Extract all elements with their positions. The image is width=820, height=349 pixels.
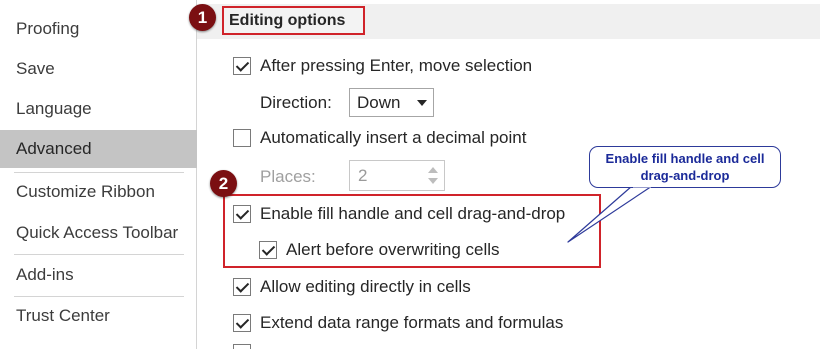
callout-text: Enable fill handle and cell drag-and-dro… — [605, 151, 765, 183]
callout-bubble: Enable fill handle and cell drag-and-dro… — [589, 146, 781, 188]
